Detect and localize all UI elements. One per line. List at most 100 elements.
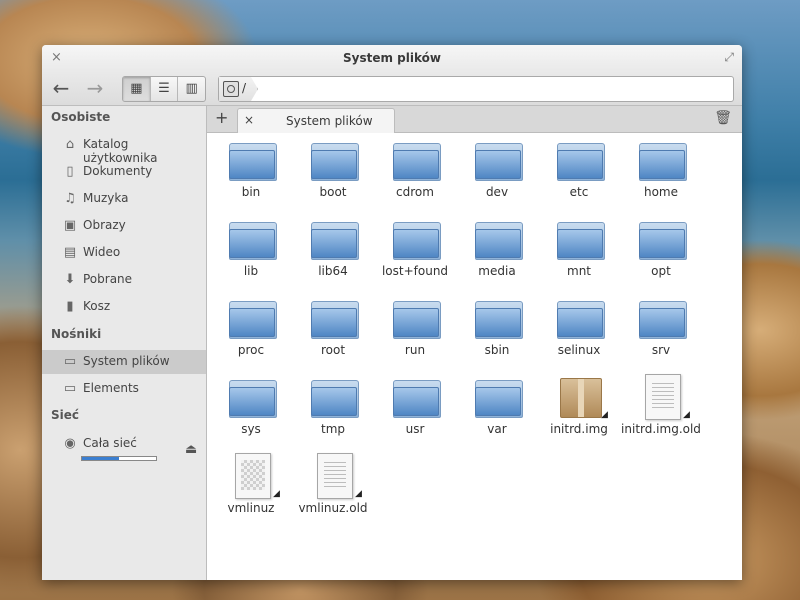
sidebar-heading-network: Sieć bbox=[51, 408, 80, 422]
icon-view-button[interactable]: ▦ bbox=[123, 77, 151, 101]
download-icon: ⬇ bbox=[64, 272, 76, 287]
file-item-label: home bbox=[643, 185, 679, 199]
back-button[interactable]: ← bbox=[48, 75, 74, 101]
forward-button[interactable]: → bbox=[82, 75, 108, 101]
file-item-label: dev bbox=[485, 185, 509, 199]
disk-usage-fill bbox=[82, 457, 119, 460]
folder-icon bbox=[475, 222, 523, 260]
maximize-icon[interactable]: ⤢ bbox=[724, 50, 734, 65]
file-item[interactable]: lib bbox=[210, 216, 292, 295]
file-item[interactable]: srv bbox=[620, 295, 702, 374]
symlink-arrow-icon: ◢ bbox=[601, 410, 608, 420]
list-view-button[interactable]: ☰ bbox=[151, 77, 179, 101]
file-item[interactable]: root bbox=[292, 295, 374, 374]
file-item[interactable]: ◢ vmlinuz bbox=[210, 453, 292, 532]
sidebar-item-label: Pobrane bbox=[83, 272, 133, 286]
file-item[interactable]: cdrom bbox=[374, 137, 456, 216]
file-item[interactable]: usr bbox=[374, 374, 456, 453]
file-item-label: lib bbox=[243, 264, 259, 278]
folder-icon bbox=[311, 222, 359, 260]
path-segment-root[interactable] bbox=[219, 77, 258, 101]
view-switcher: ▦ ☰ ▥ bbox=[122, 76, 206, 102]
folder-icon bbox=[229, 380, 277, 418]
folder-icon bbox=[557, 301, 605, 339]
file-item-label: lib64 bbox=[318, 264, 348, 278]
new-tab-button[interactable]: + bbox=[215, 108, 228, 127]
folder-icon bbox=[229, 222, 277, 260]
network-icon: ◉ bbox=[64, 436, 76, 451]
file-item[interactable]: var bbox=[456, 374, 538, 453]
disk-usage-bar bbox=[81, 456, 157, 461]
file-item-label: media bbox=[478, 264, 516, 278]
trash-icon: ▮ bbox=[66, 299, 74, 314]
tab-system-plikow[interactable]: × System plików bbox=[237, 108, 395, 133]
file-item[interactable]: home bbox=[620, 137, 702, 216]
sidebar-item[interactable]: ♫ Muzyka bbox=[42, 187, 206, 211]
file-item-label: etc bbox=[569, 185, 589, 199]
sidebar-item-label: Wideo bbox=[83, 245, 121, 259]
symlink-arrow-icon: ◢ bbox=[273, 489, 280, 499]
file-item-label: vmlinuz.old bbox=[298, 501, 368, 515]
file-item[interactable]: tmp bbox=[292, 374, 374, 453]
sidebar-heading-personal: Osobiste bbox=[51, 110, 111, 124]
package-icon bbox=[560, 378, 602, 418]
file-item[interactable]: lost+found bbox=[374, 216, 456, 295]
file-item[interactable]: mnt bbox=[538, 216, 620, 295]
sidebar-item[interactable]: ▭ System plików bbox=[42, 350, 206, 374]
file-item[interactable]: dev bbox=[456, 137, 538, 216]
title-bar[interactable]: × System plików ⤢ bbox=[42, 45, 742, 73]
file-item[interactable]: opt bbox=[620, 216, 702, 295]
file-item-label: sys bbox=[241, 422, 261, 436]
sidebar-item-label: Dokumenty bbox=[83, 164, 153, 178]
file-item[interactable]: sys bbox=[210, 374, 292, 453]
file-item[interactable]: selinux bbox=[538, 295, 620, 374]
file-item[interactable]: ◢ initrd.img.old bbox=[620, 374, 702, 453]
restore-tab-icon[interactable]: 🗑 bbox=[714, 110, 732, 126]
sidebar-item[interactable]: ⌂ Katalog użytkownika bbox=[42, 133, 206, 165]
sidebar-item[interactable]: ▭ Elements bbox=[42, 377, 206, 401]
text-file-icon bbox=[645, 374, 681, 420]
home-icon: ⌂ bbox=[65, 137, 75, 152]
video-icon: ▤ bbox=[63, 245, 77, 260]
sidebar-item[interactable]: ▯ Dokumenty bbox=[42, 160, 206, 184]
file-item[interactable]: media bbox=[456, 216, 538, 295]
file-item[interactable]: bin bbox=[210, 137, 292, 216]
file-item-label: initrd.img bbox=[550, 422, 608, 436]
file-item[interactable]: ◢ vmlinuz.old bbox=[292, 453, 374, 532]
sidebar-item[interactable]: ▣ Obrazy bbox=[42, 214, 206, 238]
sidebar-item[interactable]: ⬇ Pobrane bbox=[42, 268, 206, 292]
binary-file-icon bbox=[235, 453, 271, 499]
column-view-button[interactable]: ▥ bbox=[178, 77, 205, 101]
symlink-arrow-icon: ◢ bbox=[355, 489, 362, 499]
sidebar-item[interactable]: ▤ Wideo bbox=[42, 241, 206, 265]
file-item[interactable]: run bbox=[374, 295, 456, 374]
location-bar[interactable]: / bbox=[218, 76, 734, 102]
file-item[interactable]: lib64 bbox=[292, 216, 374, 295]
tab-label: System plików bbox=[286, 114, 373, 128]
sidebar-item-label: Elements bbox=[83, 381, 139, 395]
file-item-label: selinux bbox=[557, 343, 601, 357]
sidebar-item-label: System plików bbox=[83, 354, 170, 368]
file-item[interactable]: sbin bbox=[456, 295, 538, 374]
folder-icon bbox=[229, 143, 277, 181]
sidebar-item[interactable]: ▮ Kosz bbox=[42, 295, 206, 319]
file-item[interactable]: etc bbox=[538, 137, 620, 216]
file-item-label: var bbox=[487, 422, 507, 436]
drive-icon: ▭ bbox=[63, 381, 77, 396]
folder-icon bbox=[639, 143, 687, 181]
file-view[interactable]: bin boot cdrom dev etc home lib lib64 lost+found… bbox=[207, 133, 742, 580]
toolbar: ← → ▦ ☰ ▥ / bbox=[42, 73, 742, 106]
folder-icon bbox=[393, 380, 441, 418]
folder-icon bbox=[311, 143, 359, 181]
file-item-label: initrd.img.old bbox=[621, 422, 701, 436]
file-item[interactable]: proc bbox=[210, 295, 292, 374]
file-item[interactable]: ◢ initrd.img bbox=[538, 374, 620, 453]
tab-bar: + × System plików 🗑 bbox=[207, 106, 742, 133]
folder-icon bbox=[475, 301, 523, 339]
file-item-label: srv bbox=[651, 343, 671, 357]
close-tab-icon[interactable]: × bbox=[244, 113, 254, 127]
file-item[interactable]: boot bbox=[292, 137, 374, 216]
folder-icon bbox=[311, 301, 359, 339]
file-item-label: cdrom bbox=[396, 185, 434, 199]
sidebar-item[interactable]: ◉ Cała sieć bbox=[42, 432, 206, 456]
